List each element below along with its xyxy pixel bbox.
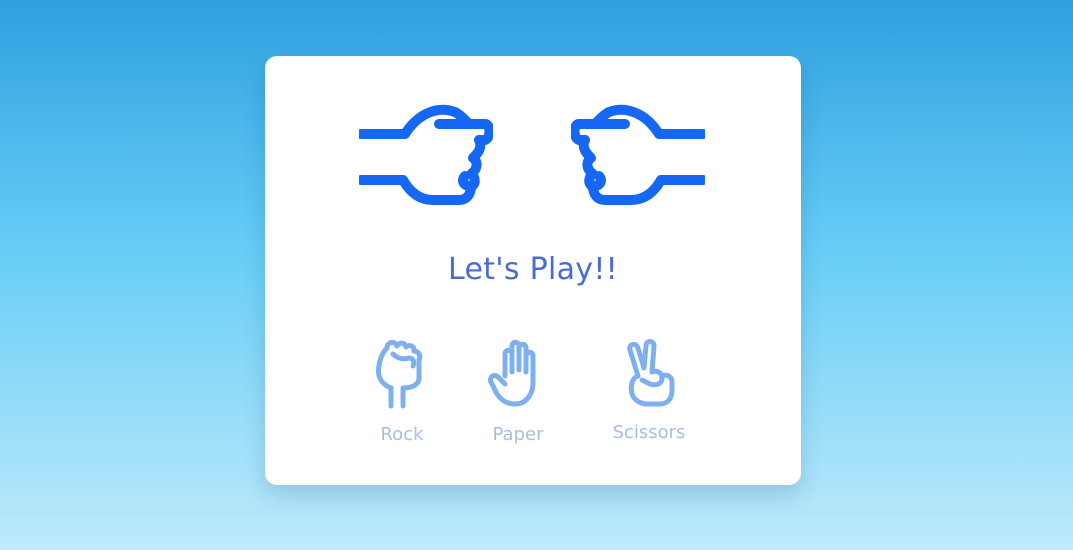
computer-hand-icon	[571, 104, 705, 208]
paper-label: Paper	[492, 424, 544, 445]
rock-hand-icon	[369, 338, 435, 410]
choice-list: Rock Paper Scissors	[265, 338, 801, 458]
paper-hand-icon	[485, 338, 551, 410]
player-hand-icon	[359, 104, 493, 208]
paper-button[interactable]: Paper	[463, 338, 573, 445]
game-card: Let's Play!! Rock Paper Scissors	[265, 56, 801, 485]
rock-button[interactable]: Rock	[347, 338, 457, 445]
scissors-button[interactable]: Scissors	[594, 338, 704, 443]
scissors-hand-icon	[616, 338, 682, 410]
rock-label: Rock	[380, 424, 424, 445]
game-status-text: Let's Play!!	[447, 252, 619, 287]
scissors-label: Scissors	[612, 422, 686, 443]
